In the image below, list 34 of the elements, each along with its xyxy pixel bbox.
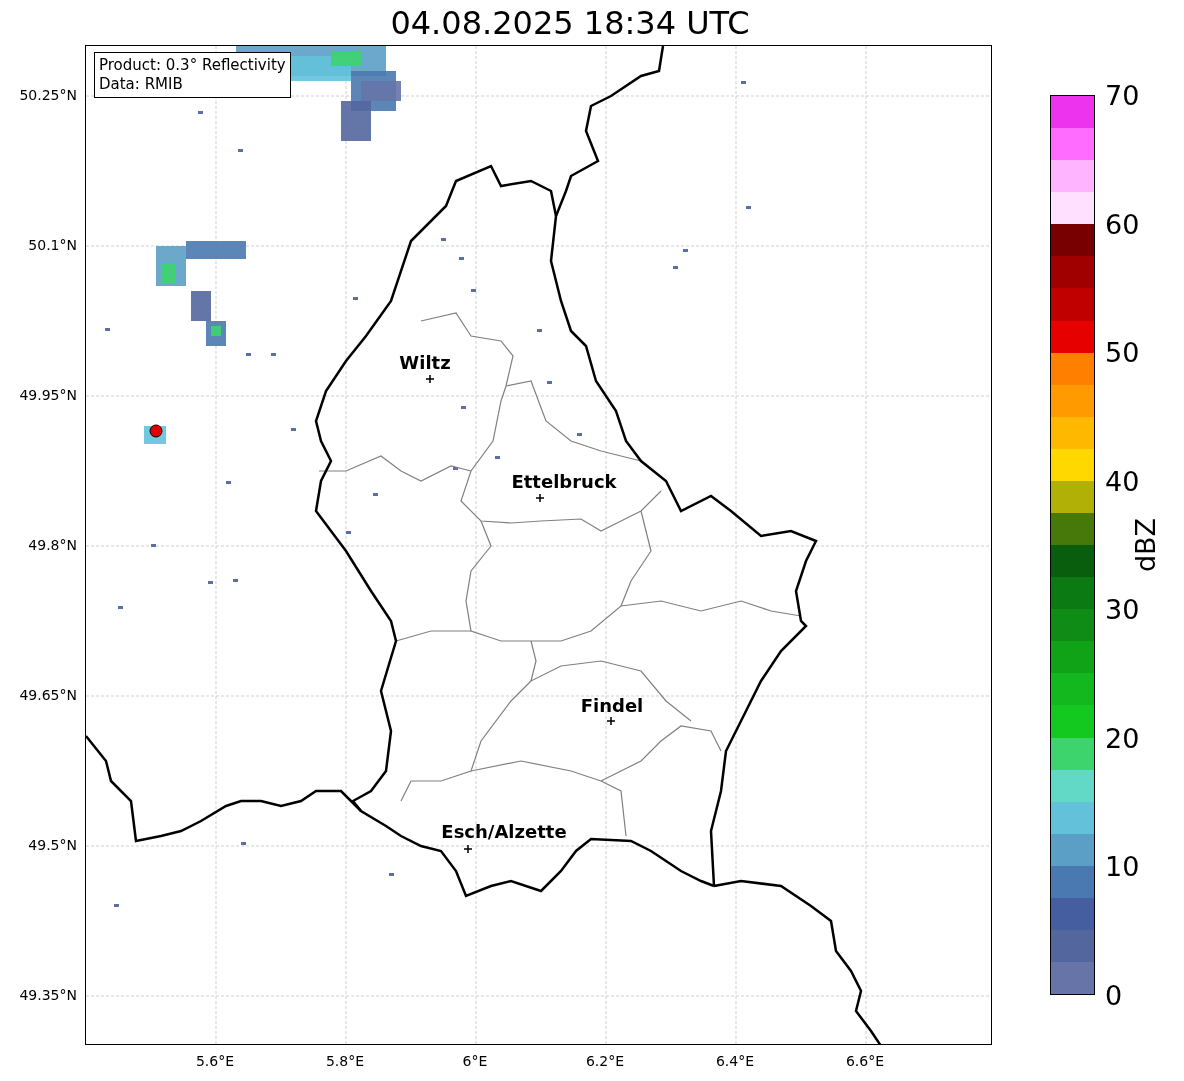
colorbar-tick-label: 30 [1105, 595, 1140, 623]
colorbar-tick-label: 50 [1105, 338, 1140, 366]
city-label: Findel [580, 695, 644, 716]
longitude-label: 5.8°E [325, 1053, 365, 1069]
latitude-label: 49.8°N [28, 537, 77, 553]
city-marker-icon [535, 493, 545, 503]
city-label: Ettelbruck [511, 471, 617, 492]
info-text: Product: 0.3° Reflectivity [99, 56, 286, 75]
city-label: Wiltz [399, 352, 451, 373]
city-marker-icon [606, 716, 616, 726]
city-marker-icon [463, 844, 473, 854]
map-title: 04.08.2025 18:34 UTC [389, 2, 751, 44]
colorbar-label: dBZ [1129, 517, 1161, 573]
latitude-label: 49.65°N [19, 687, 77, 703]
info-text: Data: RMIB [99, 75, 184, 94]
longitude-label: 6.6°E [845, 1053, 885, 1069]
longitude-label: 5.6°E [195, 1053, 235, 1069]
colorbar-tick-label: 20 [1105, 724, 1140, 752]
colorbar-tick-label: 70 [1105, 81, 1140, 109]
latitude-label: 50.25°N [19, 87, 77, 103]
colorbar-tick-label: 0 [1105, 981, 1123, 1009]
latitude-label: 49.35°N [19, 987, 77, 1003]
city-label: Esch/Alzette [441, 821, 567, 842]
city-marker-icon [425, 374, 435, 384]
colorbar-tick-label: 10 [1105, 852, 1140, 880]
longitude-label: 6°E [462, 1053, 488, 1069]
longitude-label: 6.2°E [585, 1053, 625, 1069]
latitude-label: 49.95°N [19, 387, 77, 403]
latitude-label: 49.5°N [28, 837, 77, 853]
colorbar-tick-label: 40 [1105, 467, 1140, 495]
colorbar-tick-label: 60 [1105, 210, 1140, 238]
radar-site-marker [149, 424, 163, 438]
longitude-label: 6.4°E [715, 1053, 755, 1069]
latitude-label: 50.1°N [28, 237, 77, 253]
